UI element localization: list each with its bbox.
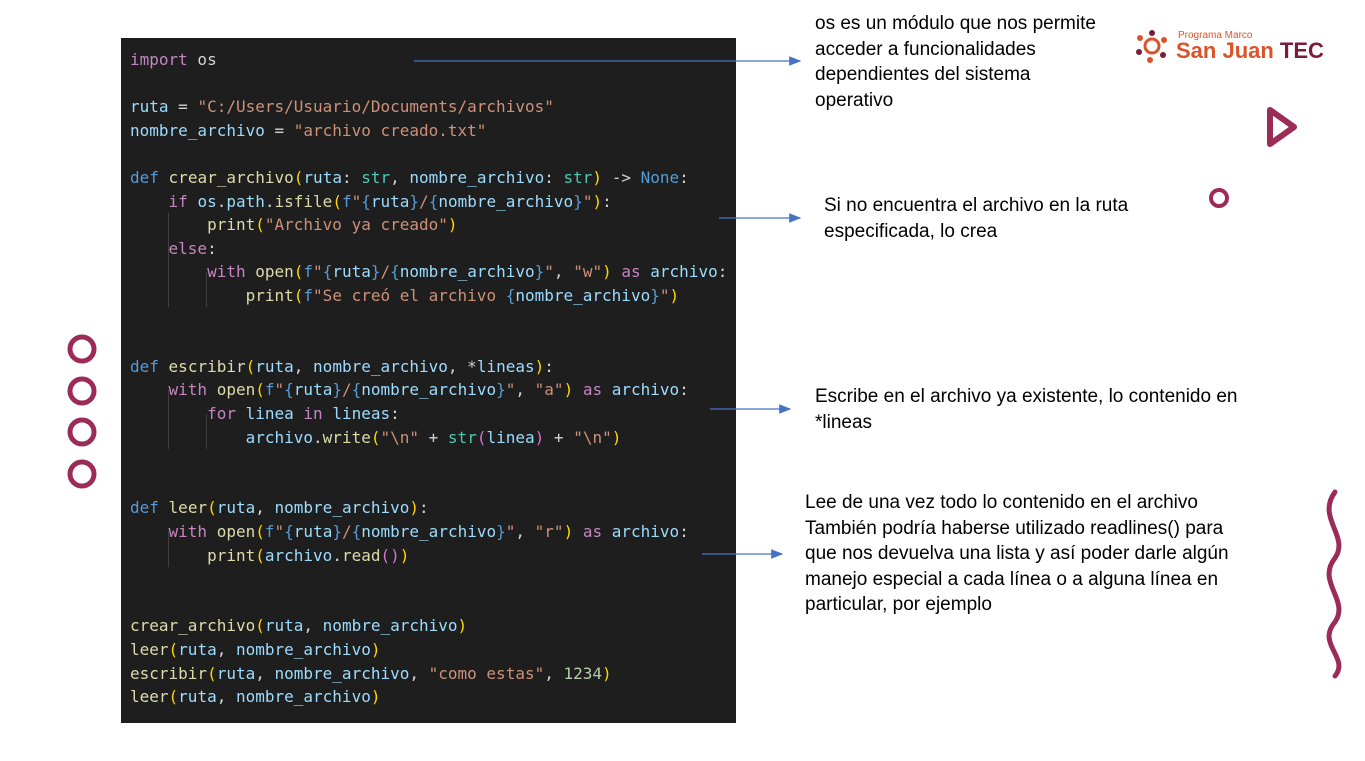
ring-icon (67, 376, 97, 406)
annotation-arrows (414, 56, 802, 559)
os-module-note: os es un módulo que nos permite acceder a… (815, 11, 1096, 113)
logo-name-part1: San Juan (1176, 38, 1280, 63)
note-line: dependientes del sistema (815, 64, 1031, 85)
note-line: Lee de una vez todo lo contenido en el a… (805, 492, 1198, 513)
note-line: Si no encuentra el archivo en la ruta (824, 195, 1129, 216)
leer-note: Lee de una vez todo lo contenido en el a… (805, 490, 1229, 618)
wavy-line-decoration (1326, 489, 1342, 679)
note-line: acceder a funcionalidades (815, 38, 1036, 60)
logo-name: San Juan TEC (1176, 38, 1324, 64)
logo-mark-icon (1136, 30, 1167, 63)
note-line: que nos devuelva una lista y así poder d… (805, 543, 1229, 564)
note-line: especificada, lo crea (824, 220, 998, 242)
ring-column-decoration (67, 334, 97, 489)
crear-archivo-note: Si no encuentra el archivo en la ruta esp… (824, 193, 1128, 244)
small-ring-icon (1209, 188, 1229, 208)
note-line: particular, por ejemplo (805, 594, 992, 615)
note-line: También podría haberse utilizado readlin… (805, 517, 1224, 539)
ring-icon (67, 417, 97, 447)
note-line: operativo (815, 89, 894, 111)
logo-name-part2: TEC (1279, 38, 1324, 63)
ring-icon (67, 334, 97, 364)
note-line: Escribe en el archivo ya existente, lo c… (815, 386, 1238, 407)
note-line: os es un módulo que nos permite (815, 13, 1096, 34)
ring-icon (67, 459, 97, 489)
escribir-note: Escribe en el archivo ya existente, lo c… (815, 384, 1237, 435)
note-line: manejo especial a cada línea o a alguna … (805, 568, 1219, 590)
san-juan-tec-logo: Programa Marco San Juan TEC (1134, 28, 1334, 68)
note-line: *lineas (815, 411, 873, 433)
play-triangle-icon (1267, 107, 1297, 147)
